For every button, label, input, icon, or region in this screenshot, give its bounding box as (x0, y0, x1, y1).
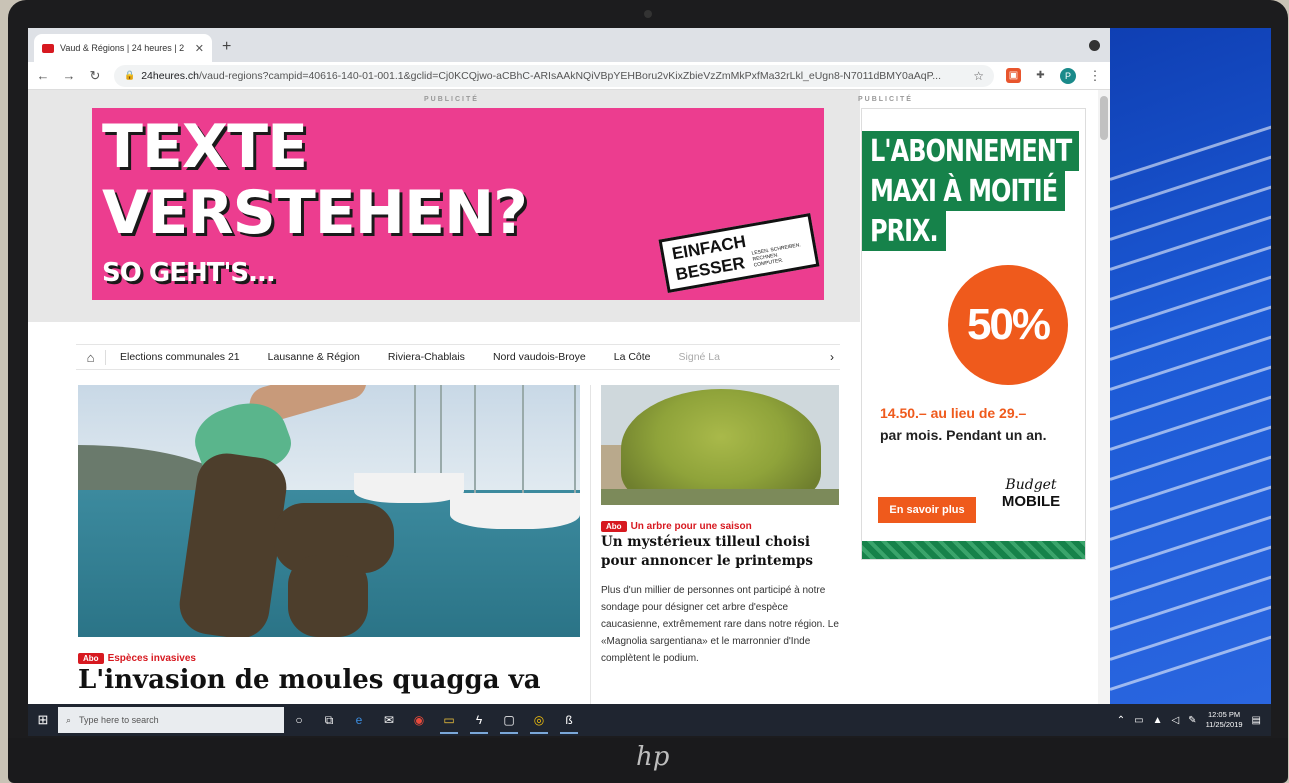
network-icon[interactable]: ▲ (1153, 715, 1163, 726)
site-favicon (42, 43, 54, 53)
edge-icon[interactable]: e (344, 713, 374, 727)
banner-ad[interactable]: TEXTE VERSTEHEN? SO GEHT'S... EINFACH BE… (92, 108, 824, 300)
nav-item[interactable]: Signé La (665, 351, 734, 363)
side-ad[interactable]: L'ABONNEMENT MAXI À MOITIÉ PRIX. 50% 14.… (861, 108, 1086, 560)
extensions-puzzle-icon[interactable]: ✚ (1033, 68, 1048, 83)
nav-item[interactable]: Nord vaudois-Broye (479, 351, 600, 363)
mail-icon[interactable]: ✉ (374, 713, 404, 727)
search-placeholder: Type here to search (79, 715, 159, 725)
web-page: PUBLICITÉ TEXTE VERSTEHEN? SO GEHT'S... … (28, 90, 1110, 704)
article-headline[interactable]: Un mystérieux tilleul choisi pour annonc… (601, 533, 841, 571)
chevron-up-icon[interactable]: ⌃ (1117, 715, 1125, 726)
browser-tab[interactable]: Vaud & Régions | 24 heures | 2 ✕ (34, 34, 212, 62)
reload-icon[interactable]: ↻ (88, 68, 102, 84)
hp-logo: hp (636, 742, 670, 772)
article-summary: Plus d'un millier de personnes ont parti… (601, 585, 839, 664)
taskbar-clock[interactable]: 12:05 PM 11/25/2019 (1206, 710, 1243, 730)
back-arrow-icon[interactable]: ← (36, 68, 50, 83)
more-menu-icon[interactable]: ⋮ (1088, 68, 1102, 84)
extension-icon[interactable]: ▣ (1006, 68, 1021, 83)
nav-item[interactable]: Riviera-Chablais (374, 351, 479, 363)
page-scrollbar[interactable] (1098, 90, 1110, 704)
banner-line-3: SO GEHT'S... (102, 258, 276, 288)
desktop-wallpaper (1110, 28, 1271, 704)
app-icon[interactable]: ß (554, 713, 584, 734)
lock-icon[interactable]: 🔒 (124, 70, 135, 81)
battery-icon[interactable]: ▭ (1134, 715, 1143, 726)
nav-item[interactable]: Lausanne & Région (254, 351, 374, 363)
chevron-right-icon[interactable]: › (830, 350, 840, 364)
column-divider (590, 385, 591, 704)
tab-title: Vaud & Régions | 24 heures | 2 (60, 43, 185, 53)
learn-more-button[interactable]: En savoir plus (878, 497, 976, 523)
pen-icon[interactable]: ✎ (1188, 715, 1196, 726)
nav-item[interactable]: Elections communales 21 (106, 351, 254, 363)
search-icon: ⌕ (66, 714, 72, 725)
budget-mobile-logo: Budget MOBILE (1001, 477, 1061, 510)
einfach-besser-logo: EINFACH BESSER LESEN. SCHREIBEN. RECHNEN… (658, 213, 820, 293)
browser-window: Vaud & Régions | 24 heures | 2 ✕ + ← → ↻… (28, 28, 1110, 704)
home-icon[interactable]: ⌂ (76, 349, 106, 365)
file-explorer-icon[interactable]: ▭ (434, 713, 464, 734)
article-image-tree[interactable] (601, 385, 839, 505)
top-ad-zone: PUBLICITÉ TEXTE VERSTEHEN? SO GEHT'S... … (28, 90, 860, 322)
abo-badge: Abo (601, 521, 627, 532)
screen: Vaud & Régions | 24 heures | 2 ✕ + ← → ↻… (28, 28, 1271, 736)
bookmark-star-icon[interactable]: ☆ (973, 69, 984, 83)
ad-footer-pattern (862, 541, 1085, 559)
tab-bar: Vaud & Régions | 24 heures | 2 ✕ + (28, 28, 1110, 62)
cortana-icon[interactable]: ○ (284, 713, 314, 727)
nav-item[interactable]: La Côte (600, 351, 665, 363)
new-tab-button[interactable]: + (222, 38, 231, 56)
windows-start-icon[interactable]: ⊞ (28, 712, 58, 728)
window-menu-icon[interactable] (1089, 40, 1100, 51)
chrome-icon[interactable]: ◎ (524, 713, 554, 734)
task-view-icon[interactable]: ⧉ (314, 713, 344, 728)
article-headline[interactable]: L'invasion de moules quagga va (78, 664, 578, 696)
ad-label: PUBLICITÉ (424, 96, 479, 103)
webcam (644, 10, 652, 18)
discount-badge: 50% (948, 265, 1068, 385)
forward-arrow-icon[interactable]: → (62, 68, 76, 83)
side-ad-label: PUBLICITÉ (858, 96, 913, 103)
section-nav: ⌂ Elections communales 21 Lausanne & Rég… (76, 344, 840, 370)
url-path: /vaud-regions?campid=40616-140-01-001.1&… (199, 69, 941, 82)
close-tab-icon[interactable]: ✕ (195, 42, 204, 55)
side-ad-headline: L'ABONNEMENT MAXI À MOITIÉ PRIX. (862, 131, 1080, 261)
article-image-mussels[interactable] (78, 385, 580, 637)
volume-icon[interactable]: ◁ (1171, 715, 1179, 726)
url-host: 24heures.ch (141, 69, 200, 82)
browser-toolbar: ← → ↻ 🔒 24heures.ch/vaud-regions?campid=… (28, 62, 1110, 90)
taskbar-search-box[interactable]: ⌕ Type here to search (58, 707, 284, 733)
system-tray: ⌃ ▭ ▲ ◁ ✎ 12:05 PM 11/25/2019 ▤ (1117, 710, 1271, 730)
abo-badge: Abo (78, 653, 104, 664)
banner-line-2: VERSTEHEN? (102, 178, 528, 248)
scrollbar-thumb[interactable] (1100, 96, 1108, 140)
per-month-text: par mois. Pendant un an. (880, 427, 1047, 443)
notification-icon[interactable]: ▤ (1252, 715, 1261, 726)
article-kicker: Abo Un arbre pour une saison (601, 516, 752, 534)
window-app-icon[interactable]: ▢ (494, 713, 524, 734)
address-bar[interactable]: 🔒 24heures.ch/vaud-regions?campid=40616-… (114, 64, 994, 87)
windows-taskbar: ⊞ ⌕ Type here to search ○ ⧉ e ✉ ◉ ▭ ϟ ▢ … (28, 704, 1271, 736)
banner-line-1: TEXTE (102, 112, 308, 182)
lightning-app-icon[interactable]: ϟ (464, 713, 494, 734)
profile-avatar[interactable]: P (1060, 67, 1076, 84)
price-text: 14.50.– au lieu de 29.– (880, 405, 1027, 421)
office-icon[interactable]: ◉ (404, 713, 434, 727)
